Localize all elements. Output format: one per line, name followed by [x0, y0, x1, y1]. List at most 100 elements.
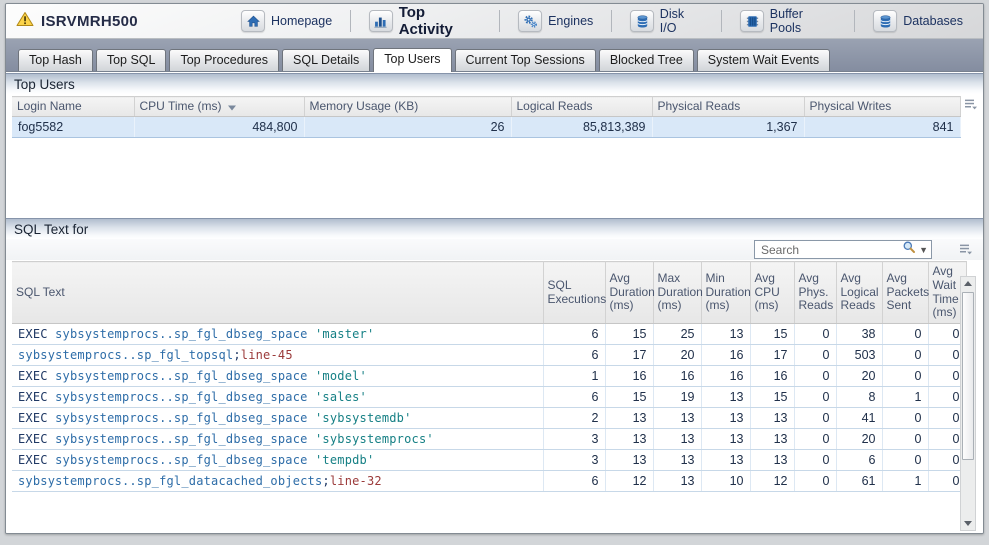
top-users-panel: Top Users Login Name CPU Time (ms) Memory … — [6, 73, 983, 218]
nav-item-homepage[interactable]: Homepage — [231, 8, 342, 34]
users-col-cpu-time-ms[interactable]: CPU Time (ms) — [134, 97, 304, 117]
sql-row[interactable]: EXEC sybsystemprocs..sp_fgl_dbseg_space … — [12, 366, 966, 387]
tab-sql-details[interactable]: SQL Details — [282, 49, 370, 71]
search-input[interactable] — [761, 243, 902, 257]
sql-token: 'master' — [315, 327, 374, 341]
sql-row[interactable]: sybsystemprocs..sp_fgl_topsql;line-45617… — [12, 345, 966, 366]
cell-avg-cpu-ms: 15 — [750, 324, 794, 345]
top-users-header: Top Users — [6, 73, 983, 94]
cell-min-duration-ms: 13 — [701, 408, 750, 429]
sql-col-avg-phys-reads[interactable]: Avg Phys. Reads — [794, 262, 836, 324]
users-col-login-name[interactable]: Login Name — [12, 97, 134, 117]
cell-avg-logical-reads: 20 — [836, 366, 882, 387]
sql-text-cell: EXEC sybsystemprocs..sp_fgl_dbseg_space … — [12, 450, 543, 471]
sql-text-title: SQL Text for — [14, 222, 88, 237]
cell-min-duration-ms: 13 — [701, 429, 750, 450]
cell-max-duration-ms: 19 — [653, 387, 701, 408]
tab-top-users[interactable]: Top Users — [373, 48, 451, 72]
sql-col-avg-duration-ms[interactable]: Avg Duration (ms) — [605, 262, 653, 324]
sql-col-avg-packets-sent[interactable]: Avg Packets Sent — [882, 262, 928, 324]
vertical-scrollbar[interactable] — [960, 276, 976, 531]
cell-avg-cpu-ms: 17 — [750, 345, 794, 366]
grid-menu-icon[interactable] — [957, 241, 975, 258]
users-col-physical-reads[interactable]: Physical Reads — [652, 97, 804, 117]
sql-row[interactable]: EXEC sybsystemprocs..sp_fgl_dbseg_space … — [12, 450, 966, 471]
sql-token: EXEC — [18, 390, 55, 404]
scroll-down-icon[interactable] — [961, 517, 975, 530]
nav-separator — [611, 10, 612, 32]
cell-min-duration-ms: 13 — [701, 324, 750, 345]
nav-label: Disk I/O — [660, 7, 703, 35]
cell-max-duration-ms: 20 — [653, 345, 701, 366]
nav-item-disk-i-o[interactable]: Disk I/O — [620, 5, 713, 37]
database-icon — [873, 10, 897, 32]
sql-col-sql-executions[interactable]: SQL Executions — [543, 262, 605, 324]
sql-table-body: EXEC sybsystemprocs..sp_fgl_dbseg_space … — [12, 324, 966, 492]
cell-max-duration-ms: 13 — [653, 408, 701, 429]
column-label: Logical Reads — [517, 99, 593, 113]
cell-max-duration-ms: 13 — [653, 471, 701, 492]
sql-token: ; — [233, 348, 240, 362]
grid-menu-icon[interactable] — [964, 96, 978, 113]
cell-avg-phys-reads: 0 — [794, 324, 836, 345]
sql-token: 'sales' — [315, 390, 367, 404]
sql-col-avg-logical-reads[interactable]: Avg Logical Reads — [836, 262, 882, 324]
cell-avg-duration-ms: 17 — [605, 345, 653, 366]
sql-col-avg-cpu-ms[interactable]: Avg CPU (ms) — [750, 262, 794, 324]
tab-top-sql[interactable]: Top SQL — [96, 49, 167, 71]
users-col-logical-reads[interactable]: Logical Reads — [511, 97, 652, 117]
sql-toolbar: ▼ — [6, 239, 983, 260]
nav-item-databases[interactable]: Databases — [863, 8, 973, 34]
table-row[interactable]: fog5582484,8002685,813,3891,367841 — [12, 116, 960, 137]
sort-desc-icon — [228, 100, 237, 114]
cell-avg-phys-reads: 0 — [794, 408, 836, 429]
server-name: ISRVMRH500 — [41, 13, 138, 30]
nav-item-top-activity[interactable]: Top Activity — [359, 3, 491, 40]
nav-item-buffer-pools[interactable]: Buffer Pools — [730, 5, 846, 37]
sql-row[interactable]: EXEC sybsystemprocs..sp_fgl_dbseg_space … — [12, 387, 966, 408]
nav-label: Top Activity — [399, 4, 481, 38]
home-icon — [241, 10, 265, 32]
sql-col-min-duration-ms[interactable]: Min Duration (ms) — [701, 262, 750, 324]
users-col-memory-usage-kb[interactable]: Memory Usage (KB) — [304, 97, 511, 117]
cell-avg-logical-reads: 41 — [836, 408, 882, 429]
scroll-up-icon[interactable] — [961, 277, 975, 290]
search-icon[interactable] — [902, 240, 916, 259]
sql-col-max-duration-ms[interactable]: Max Duration (ms) — [653, 262, 701, 324]
cell-avg-duration-ms: 15 — [605, 387, 653, 408]
tab-system-wait-events[interactable]: System Wait Events — [697, 49, 830, 71]
cell-logical-reads: 85,813,389 — [511, 116, 652, 137]
cell-max-duration-ms: 13 — [653, 450, 701, 471]
chevron-down-icon[interactable]: ▼ — [919, 245, 928, 255]
tab-current-top-sessions[interactable]: Current Top Sessions — [455, 49, 596, 71]
sql-token: EXEC — [18, 327, 55, 341]
sql-token: sybsystemprocs..sp_fgl_datacached_object… — [18, 474, 322, 488]
scrollbar-thumb[interactable] — [962, 292, 974, 460]
sql-row[interactable]: sybsystemprocs..sp_fgl_datacached_object… — [12, 471, 966, 492]
sql-text-cell: EXEC sybsystemprocs..sp_fgl_dbseg_space … — [12, 429, 543, 450]
cell-avg-cpu-ms: 12 — [750, 471, 794, 492]
sql-token: EXEC — [18, 369, 55, 383]
sql-row[interactable]: EXEC sybsystemprocs..sp_fgl_dbseg_space … — [12, 429, 966, 450]
sql-col-sql-text[interactable]: SQL Text — [12, 262, 543, 324]
cell-avg-packets-sent: 0 — [882, 450, 928, 471]
cell-sql-executions: 1 — [543, 366, 605, 387]
users-col-physical-writes[interactable]: Physical Writes — [804, 97, 960, 117]
sql-token: 'model' — [315, 369, 367, 383]
sql-row[interactable]: EXEC sybsystemprocs..sp_fgl_dbseg_space … — [12, 408, 966, 429]
tab-top-hash[interactable]: Top Hash — [18, 49, 93, 71]
cell-avg-cpu-ms: 13 — [750, 408, 794, 429]
cell-avg-cpu-ms: 15 — [750, 387, 794, 408]
tab-blocked-tree[interactable]: Blocked Tree — [599, 49, 694, 71]
column-label: Memory Usage (KB) — [310, 99, 419, 113]
column-label: Login Name — [17, 99, 82, 113]
cell-avg-packets-sent: 1 — [882, 471, 928, 492]
cell-avg-logical-reads: 61 — [836, 471, 882, 492]
nav-item-engines[interactable]: Engines — [508, 8, 603, 34]
tab-top-procedures[interactable]: Top Procedures — [169, 49, 279, 71]
search-box[interactable]: ▼ — [754, 240, 932, 259]
cell-sql-executions: 6 — [543, 387, 605, 408]
sql-row[interactable]: EXEC sybsystemprocs..sp_fgl_dbseg_space … — [12, 324, 966, 345]
cell-avg-packets-sent: 0 — [882, 408, 928, 429]
cell-sql-executions: 6 — [543, 324, 605, 345]
